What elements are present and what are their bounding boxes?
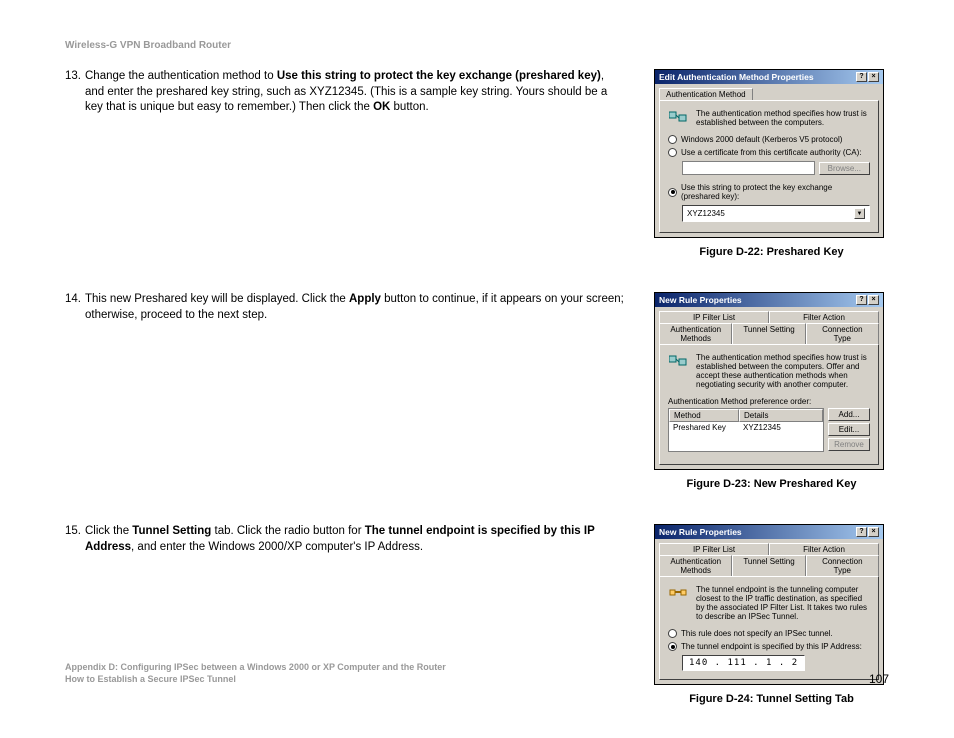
figure-caption: Figure D-23: New Preshared Key: [654, 478, 889, 490]
tab-auth-method[interactable]: Authentication Method: [659, 88, 753, 100]
method-table: Method Details Preshared Key XYZ12345: [668, 408, 824, 452]
figure-d24: New Rule Properties ? × IP Filter List F…: [654, 524, 889, 719]
row-step-14: 14. This new Preshared key will be displ…: [65, 292, 889, 504]
figure-caption: Figure D-24: Tunnel Setting Tab: [654, 693, 889, 705]
cert-input: [682, 161, 815, 175]
text-bold: OK: [373, 101, 390, 113]
text: tab. Click the radio button for: [211, 525, 364, 537]
step-14-text: 14. This new Preshared key will be displ…: [65, 292, 624, 323]
text: Change the authentication method to: [85, 70, 277, 82]
step-13-text: 13. Change the authentication method to …: [65, 69, 624, 116]
tab-ip-filter[interactable]: IP Filter List: [659, 311, 769, 323]
text: This new Preshared key will be displayed…: [85, 293, 349, 305]
tab-connection-type[interactable]: Connection Type: [806, 555, 879, 576]
titlebar: New Rule Properties ? ×: [655, 525, 883, 539]
radio-label: The tunnel endpoint is specified by this…: [681, 642, 862, 651]
tab-ip-filter[interactable]: IP Filter List: [659, 543, 769, 555]
add-button[interactable]: Add...: [828, 408, 870, 421]
radio-preshared[interactable]: Use this string to protect the key excha…: [668, 183, 870, 201]
help-icon[interactable]: ?: [856, 295, 867, 305]
help-icon[interactable]: ?: [856, 72, 867, 82]
text: Click the: [85, 525, 132, 537]
step-15-number: 15.: [65, 524, 85, 555]
page-number: 107: [869, 672, 889, 686]
step-14-number: 14.: [65, 292, 85, 323]
dialog-edit-auth: Edit Authentication Method Properties ? …: [654, 69, 884, 238]
radio-label: Use this string to protect the key excha…: [681, 183, 870, 201]
close-icon[interactable]: ×: [868, 72, 879, 82]
preference-label: Authentication Method preference order:: [668, 397, 870, 406]
tab-connection-type[interactable]: Connection Type: [806, 323, 879, 344]
remove-button: Remove: [828, 438, 870, 451]
radio-tunnel-ip[interactable]: The tunnel endpoint is specified by this…: [668, 642, 870, 651]
radio-kerberos[interactable]: Windows 2000 default (Kerberos V5 protoc…: [668, 135, 870, 144]
row-step-13: 13. Change the authentication method to …: [65, 69, 889, 272]
radio-label: Windows 2000 default (Kerberos V5 protoc…: [681, 135, 842, 144]
tab-auth-methods[interactable]: Authentication Methods: [659, 323, 732, 344]
chevron-down-icon[interactable]: ▼: [854, 208, 865, 219]
tab-filter-action[interactable]: Filter Action: [769, 543, 879, 555]
figure-caption: Figure D-22: Preshared Key: [654, 246, 889, 258]
dialog-title: New Rule Properties: [659, 295, 742, 305]
step-15-text: 15. Click the Tunnel Setting tab. Click …: [65, 524, 624, 555]
text-bold: Tunnel Setting: [132, 525, 211, 537]
cell-details: XYZ12345: [739, 423, 823, 432]
close-icon[interactable]: ×: [868, 295, 879, 305]
tunnel-icon: [668, 585, 688, 601]
dialog-description: The authentication method specifies how …: [696, 353, 870, 389]
dialog-description: The authentication method specifies how …: [696, 109, 870, 127]
dialog-title: Edit Authentication Method Properties: [659, 72, 814, 82]
cell-method: Preshared Key: [669, 423, 739, 432]
input-value: XYZ12345: [687, 209, 725, 218]
tab-tunnel-setting[interactable]: Tunnel Setting: [732, 555, 805, 576]
radio-label: This rule does not specify an IPSec tunn…: [681, 629, 833, 638]
footer-line1: Appendix D: Configuring IPSec between a …: [65, 661, 446, 674]
text: button.: [390, 101, 428, 113]
titlebar: Edit Authentication Method Properties ? …: [655, 70, 883, 84]
figure-d23: New Rule Properties ? × IP Filter List F…: [654, 292, 889, 504]
step-13-number: 13.: [65, 69, 85, 116]
row-step-15: 15. Click the Tunnel Setting tab. Click …: [65, 524, 889, 719]
titlebar: New Rule Properties ? ×: [655, 293, 883, 307]
radio-no-tunnel[interactable]: This rule does not specify an IPSec tunn…: [668, 629, 870, 638]
col-method: Method: [669, 409, 739, 422]
text-bold: Use this string to protect the key excha…: [277, 70, 601, 82]
help-icon[interactable]: ?: [856, 527, 867, 537]
text-bold: Apply: [349, 293, 381, 305]
browse-button: Browse...: [819, 162, 870, 175]
radio-label: Use a certificate from this certificate …: [681, 148, 862, 157]
dialog-description: The tunnel endpoint is the tunneling com…: [696, 585, 870, 621]
edit-button[interactable]: Edit...: [828, 423, 870, 436]
tab-auth-methods[interactable]: Authentication Methods: [659, 555, 732, 576]
dialog-title: New Rule Properties: [659, 527, 742, 537]
preshared-key-input[interactable]: XYZ12345 ▼: [682, 205, 870, 222]
table-row[interactable]: Preshared Key XYZ12345: [669, 422, 823, 433]
dialog-new-rule-auth: New Rule Properties ? × IP Filter List F…: [654, 292, 884, 470]
page-footer: Appendix D: Configuring IPSec between a …: [65, 661, 889, 686]
tab-tunnel-setting[interactable]: Tunnel Setting: [732, 323, 805, 344]
network-icon: [668, 109, 688, 125]
network-icon: [668, 353, 688, 369]
tab-filter-action[interactable]: Filter Action: [769, 311, 879, 323]
footer-line2: How to Establish a Secure IPSec Tunnel: [65, 673, 446, 686]
figure-d22: Edit Authentication Method Properties ? …: [654, 69, 889, 272]
document-header: Wireless-G VPN Broadband Router: [65, 40, 889, 51]
radio-certificate[interactable]: Use a certificate from this certificate …: [668, 148, 870, 157]
text: , and enter the Windows 2000/XP computer…: [131, 541, 423, 553]
close-icon[interactable]: ×: [868, 527, 879, 537]
col-details: Details: [739, 409, 823, 422]
